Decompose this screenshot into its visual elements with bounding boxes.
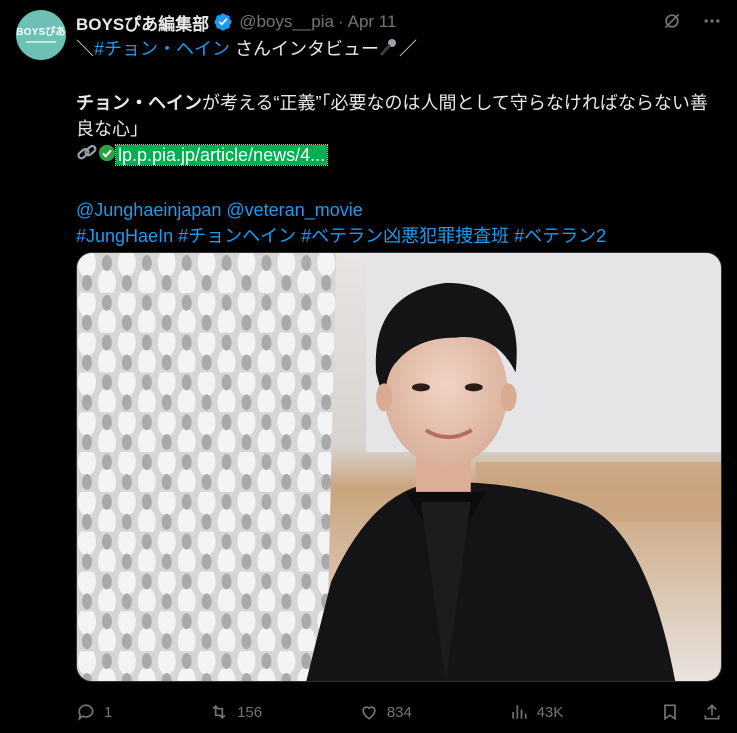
grok-icon[interactable] — [661, 10, 683, 32]
microphone-emoji-icon — [379, 37, 399, 64]
hashtags-line[interactable]: #JungHaeIn #チョンヘイン #ベテラン凶悪犯罪捜査班 #ベテラン2 — [76, 223, 716, 249]
slash-mark: ／ — [399, 39, 418, 59]
like-count: 834 — [386, 703, 412, 721]
verified-badge-icon[interactable] — [213, 12, 233, 32]
tweet-photo[interactable] — [76, 252, 722, 682]
like-icon — [362, 706, 376, 720]
mentions-line[interactable]: @Junghaeinjapan @veteran_movie — [76, 197, 716, 223]
views-count: 43K — [536, 703, 564, 721]
bookmark-icon — [664, 704, 676, 721]
share-icon — [704, 704, 720, 720]
right-actions — [660, 702, 722, 722]
separator-dot: · — [337, 12, 344, 31]
tweet-header: BOYSぴあ編集部 @boys__pia · Apr 11 — [76, 10, 396, 34]
tweet-text: ＼#チョン・ヘイン さんインタビュー ／ チョン・ヘインが考える“正義”「必要なの… — [76, 36, 716, 249]
repost-button[interactable]: 156 — [209, 702, 262, 722]
share-button[interactable] — [702, 702, 722, 722]
reply-icon — [77, 704, 94, 721]
article-url-link[interactable]: lp.p.pia.jp/article/news/4... — [114, 144, 329, 166]
blank-line-2 — [76, 171, 716, 197]
handle[interactable]: @boys__pia — [239, 12, 334, 32]
avatar-logo-text: BOYSぴあ — [16, 27, 66, 38]
headline-bold: チョン・ヘイン — [76, 92, 202, 113]
reply-button[interactable]: 1 — [76, 702, 112, 722]
repost-icon — [212, 704, 226, 720]
tweet-line-1: ＼#チョン・ヘイン さんインタビュー ／ — [76, 36, 716, 64]
top-right-icons — [661, 10, 723, 32]
hashtag-link[interactable]: #チョン・ヘイン — [94, 39, 230, 59]
tweet-date[interactable]: Apr 11 — [348, 12, 397, 32]
views-button[interactable]: 43K — [509, 702, 564, 722]
tweet[interactable]: BOYSぴあ BOYSぴあ編集部 @boys__pia · Apr 11 ＼#チ… — [0, 0, 737, 733]
backslash-mark: ＼ — [76, 39, 94, 59]
views-icon — [511, 705, 527, 719]
avatar-logo-underline — [26, 41, 56, 43]
reply-count: 1 — [104, 703, 113, 721]
display-name[interactable]: BOYSぴあ編集部 — [76, 10, 209, 35]
check-emoji-icon — [98, 143, 116, 169]
interview-text: さんインタビュー — [230, 39, 380, 59]
more-icon[interactable] — [701, 10, 723, 32]
tweet-actions: 1 156 834 43K — [76, 697, 722, 727]
tweet-headline: チョン・ヘインが考える“正義”「必要なのは人間として守らなければならない善良な心… — [76, 90, 716, 142]
avatar[interactable]: BOYSぴあ — [16, 10, 66, 60]
tweet-url-line: lp.p.pia.jp/article/news/4... — [76, 142, 716, 171]
repost-count: 156 — [237, 703, 263, 721]
bookmark-button[interactable] — [660, 702, 680, 722]
like-button[interactable]: 834 — [359, 702, 412, 722]
link-emoji-icon — [76, 142, 98, 171]
